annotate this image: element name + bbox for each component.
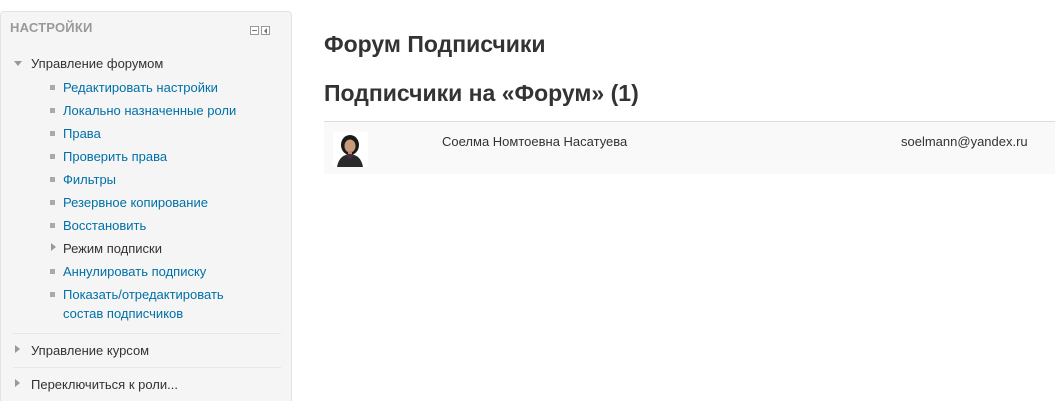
subscriber-email: soelmann@yandex.ru — [901, 134, 1028, 149]
page: НАСТРОЙКИ Управление форумом Редактирова… — [0, 0, 1055, 401]
bullet-icon — [50, 154, 55, 159]
tree-item-local-roles[interactable]: Локально назначенные роли — [63, 103, 236, 118]
user-picture-icon — [333, 132, 368, 167]
bullet-icon — [50, 85, 55, 90]
tree-item-filters[interactable]: Фильтры — [63, 172, 116, 187]
divider — [13, 333, 281, 334]
tree-item-show-subscribers-line2[interactable]: состав подписчиков — [63, 306, 183, 321]
tree-item-backup[interactable]: Резервное копирование — [63, 195, 208, 210]
dock-block-icon[interactable] — [261, 26, 270, 35]
tree-item-restore[interactable]: Восстановить — [63, 218, 146, 233]
collapsed-triangle-icon[interactable] — [15, 345, 20, 353]
tree-item-course-admin[interactable]: Управление курсом — [31, 343, 149, 358]
collapsed-triangle-icon[interactable] — [51, 243, 56, 251]
minimize-block-icon[interactable] — [250, 26, 259, 35]
bullet-icon — [50, 131, 55, 136]
tree-item-permissions[interactable]: Права — [63, 126, 101, 141]
tree-item-unsubscribe[interactable]: Аннулировать подписку — [63, 264, 206, 279]
expanded-triangle-icon[interactable] — [14, 61, 22, 66]
tree-item-switch-role[interactable]: Переключиться к роли... — [31, 377, 178, 392]
tree-item-forum-admin[interactable]: Управление форумом — [31, 56, 163, 71]
bullet-icon — [50, 108, 55, 113]
tree-item-check-permissions[interactable]: Проверить права — [63, 149, 167, 164]
settings-block-title: НАСТРОЙКИ — [10, 20, 93, 35]
settings-block: НАСТРОЙКИ Управление форумом Редактирова… — [0, 11, 292, 401]
bullet-icon — [50, 200, 55, 205]
collapsed-triangle-icon[interactable] — [15, 379, 20, 387]
subscriber-name[interactable]: Соелма Номтоевна Насатуева — [442, 134, 627, 149]
bullet-icon — [50, 269, 55, 274]
tree-item-show-subscribers[interactable]: Показать/отредактировать — [63, 287, 224, 302]
bullet-icon — [50, 292, 55, 297]
tree-item-edit-settings[interactable]: Редактировать настройки — [63, 80, 218, 95]
block-controls — [250, 26, 270, 35]
tree-item-subscription-mode[interactable]: Режим подписки — [63, 241, 162, 256]
subscribers-table: Соелма Номтоевна Насатуева soelmann@yand… — [324, 121, 1055, 174]
bullet-icon — [50, 177, 55, 182]
section-title: Подписчики на «Форум» (1) — [324, 80, 639, 106]
user-avatar[interactable] — [333, 132, 368, 167]
bullet-icon — [50, 223, 55, 228]
page-title: Форум Подписчики — [324, 31, 546, 57]
divider — [13, 367, 281, 368]
